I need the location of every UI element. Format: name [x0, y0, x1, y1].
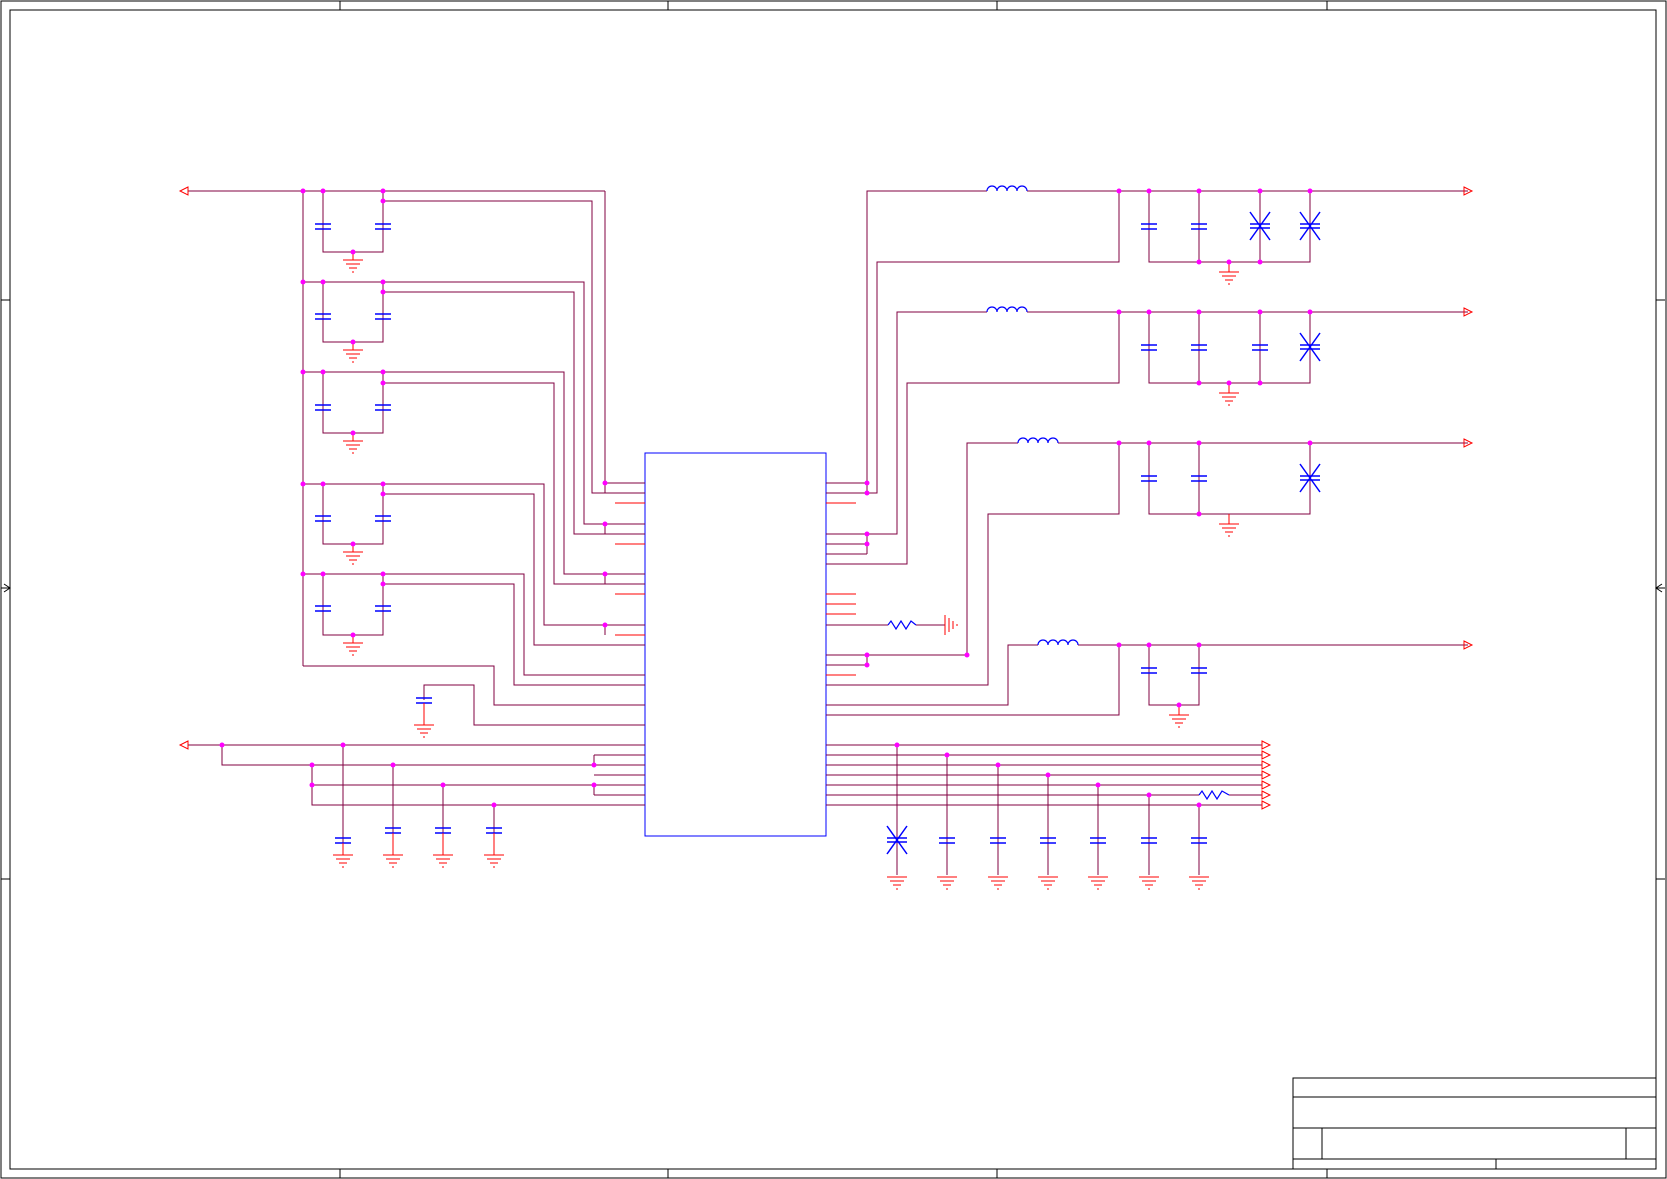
sheet-frame	[0, 0, 1667, 1179]
inductors	[986, 185, 1079, 646]
electrolytic-capacitors	[886, 211, 1321, 855]
ic-pins-right	[826, 482, 856, 806]
left-wires	[188, 190, 645, 850]
resistors	[887, 619, 1230, 801]
schematic-sheet	[0, 0, 1667, 1179]
left-grounds	[332, 252, 505, 868]
input-port-bottom	[178, 740, 189, 750]
chassis-ground	[944, 615, 958, 635]
ic-pins-left	[615, 482, 645, 806]
title-block	[1292, 1077, 1657, 1170]
output-ports	[1261, 186, 1474, 810]
right-wires	[826, 190, 1468, 875]
input-port-top	[178, 186, 189, 196]
main-ic-body	[644, 452, 827, 837]
